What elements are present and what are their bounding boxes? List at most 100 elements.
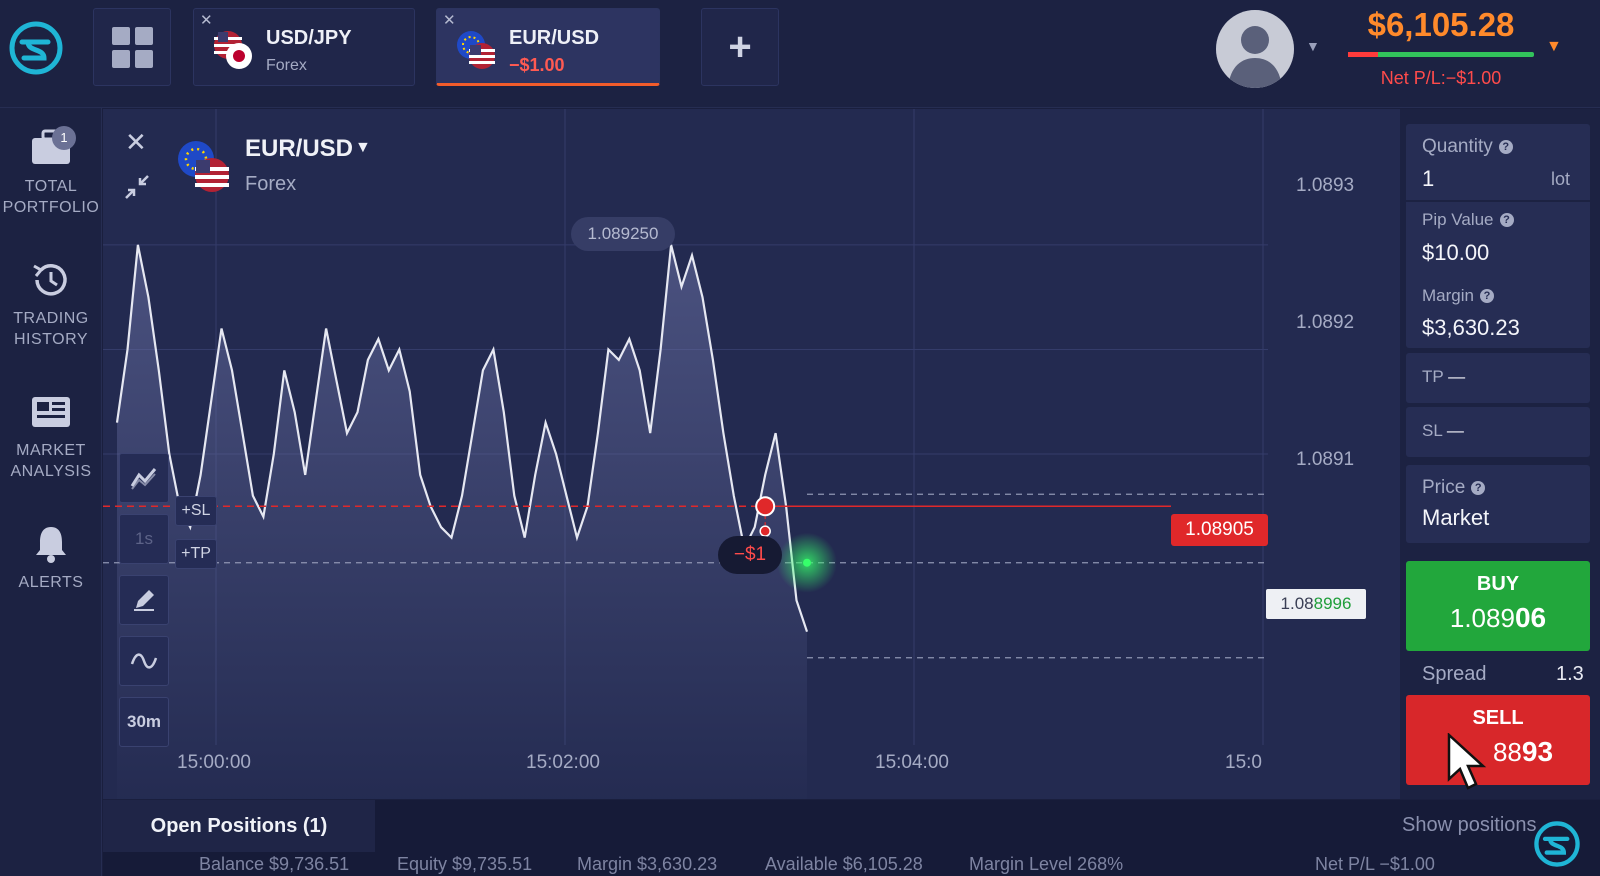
help-icon[interactable]: ?	[1499, 213, 1514, 227]
status-margin-level: Margin Level 268%	[969, 854, 1124, 874]
status-available: Available $6,105.28	[765, 854, 923, 874]
sidebar-item-label: MARKET ANALYSIS	[10, 442, 92, 480]
help-icon[interactable]: ?	[1498, 140, 1513, 154]
status-equity: Equity $9,735.51	[397, 854, 533, 874]
asset-grid-button[interactable]	[93, 8, 171, 86]
price-type-value: Market	[1422, 505, 1490, 530]
y-tick-label: 1.0891	[1296, 449, 1355, 470]
newspaper-icon	[32, 397, 70, 427]
draw-tool-button[interactable]	[119, 575, 169, 625]
tab-asset-type: Forex	[266, 57, 307, 74]
add-asset-button[interactable]: +	[701, 8, 779, 86]
chart-asset-type: Forex	[245, 173, 297, 195]
close-chart-icon[interactable]: ✕	[125, 127, 147, 158]
divider	[1406, 200, 1590, 202]
chart-asset-title[interactable]: EUR/USD	[245, 135, 353, 163]
add-take-profit-button[interactable]: +TP	[175, 539, 217, 569]
spread-label: Spread	[1422, 663, 1487, 685]
entry-price-badge: 1.08905	[1171, 514, 1268, 546]
balance-progress-bar	[1348, 52, 1534, 57]
margin-label: Margin?	[1422, 286, 1494, 306]
balance-chevron-down-icon[interactable]: ▼	[1546, 38, 1562, 56]
tp-label: TP —	[1422, 367, 1466, 386]
buy-button[interactable]: BUY 1.08906	[1406, 561, 1590, 651]
high-price-label: 1.089250	[571, 217, 675, 251]
order-details-box: Quantity? 1 lot Pip Value? $10.00 Margin…	[1406, 124, 1590, 348]
price-area-fill	[117, 244, 807, 799]
positions-bar: Open Positions (1) Show positions Balanc…	[103, 800, 1600, 876]
sidebar-item-trading-history[interactable]: TRADING HISTORY	[0, 258, 102, 350]
price-chart[interactable]	[103, 109, 1400, 799]
user-avatar[interactable]	[1216, 10, 1294, 88]
left-sidebar: 1 TOTAL PORTFOLIO TRADING HISTORY MARKET AN…	[0, 108, 102, 876]
eur-usd-flag-icon	[457, 31, 495, 69]
current-price-badge: 1.088996	[1266, 589, 1366, 619]
order-panel: Quantity? 1 lot Pip Value? $10.00 Margin…	[1400, 109, 1600, 799]
entry-start-marker	[759, 525, 771, 537]
sidebar-item-label: ALERTS	[18, 574, 84, 591]
user-silhouette-icon	[1216, 10, 1294, 88]
x-tick-label: 15:04:00	[875, 752, 949, 773]
tab-asset-pl: −$1.00	[509, 55, 565, 75]
price-chart-area[interactable]: ✕ EUR/USD ▼ Forex 1.089250 1s 30m +SL +T…	[103, 109, 1400, 799]
tab-asset-name: USD/JPY	[266, 27, 352, 49]
sl-label: SL —	[1422, 421, 1464, 440]
sell-label: SELL	[1472, 707, 1524, 729]
help-icon[interactable]: ?	[1479, 289, 1494, 303]
status-net-pl: Net P/L −$1.00	[1315, 854, 1435, 874]
y-tick-label: 1.0892	[1296, 312, 1355, 333]
add-stop-loss-button[interactable]: +SL	[175, 496, 217, 526]
x-tick-label: 15:00:00	[177, 752, 251, 773]
take-profit-field[interactable]: TP —	[1406, 353, 1590, 403]
tab-close-icon[interactable]: ✕	[443, 11, 456, 29]
asset-chevron-down-icon[interactable]: ▼	[355, 139, 371, 157]
quantity-label: Quantity?	[1422, 136, 1513, 158]
quantity-input[interactable]: 1	[1422, 166, 1434, 192]
spread-value: 1.3	[1556, 663, 1584, 685]
account-balance[interactable]: $6,105.28	[1346, 6, 1536, 44]
price-label: Price?	[1422, 477, 1486, 499]
price-type-field[interactable]: Price? Market	[1406, 465, 1590, 543]
pip-value-label: Pip Value?	[1422, 210, 1514, 230]
tab-asset-name: EUR/USD	[509, 27, 600, 49]
chart-type-button[interactable]	[119, 453, 169, 503]
sell-button[interactable]: SELL 8893	[1406, 695, 1590, 785]
watermark-logo-icon	[1534, 821, 1580, 867]
grid-icon	[111, 26, 153, 68]
status-balance: Balance $9,736.51	[199, 854, 350, 874]
interval-30m-button[interactable]: 30m	[119, 697, 169, 747]
pencil-icon	[134, 590, 154, 611]
asset-tab-usdjpy[interactable]: ✕ USD/JPY Forex	[193, 8, 415, 86]
history-clock-icon	[33, 264, 67, 296]
quantity-unit: lot	[1551, 169, 1571, 189]
position-pl-badge: −$1	[718, 536, 782, 574]
sidebar-item-label: TRADING HISTORY	[13, 310, 89, 348]
avatar-chevron-down-icon[interactable]: ▼	[1306, 38, 1320, 54]
stop-loss-field[interactable]: SL —	[1406, 407, 1590, 457]
tab-close-icon[interactable]: ✕	[200, 11, 213, 29]
sidebar-item-total-portfolio[interactable]: 1 TOTAL PORTFOLIO	[0, 126, 102, 218]
help-icon[interactable]: ?	[1471, 481, 1486, 495]
sidebar-item-market-analysis[interactable]: MARKET ANALYSIS	[0, 390, 102, 482]
minimize-chart-icon[interactable]	[123, 173, 151, 201]
tab-open-positions[interactable]: Open Positions (1)	[103, 800, 375, 852]
chart-line-icon	[130, 468, 157, 490]
entry-point-marker[interactable]	[755, 496, 776, 517]
indicators-button[interactable]	[119, 636, 169, 686]
eur-usd-flag-icon	[178, 141, 229, 192]
interval-1s-button[interactable]: 1s	[119, 514, 169, 564]
show-positions-toggle[interactable]: Show positions	[1402, 814, 1537, 837]
top-bar: ✕ USD/JPY Forex ✕ EUR/USD −$1.00 + ▼ $6,…	[0, 0, 1600, 108]
asset-tab-eurusd[interactable]: ✕ EUR/USD −$1.00	[436, 8, 660, 86]
y-tick-label: 1.0893	[1296, 175, 1355, 196]
pip-value: $10.00	[1422, 240, 1490, 265]
sell-price: 8893	[1492, 736, 1554, 767]
wave-indicator-icon	[130, 653, 158, 669]
usd-jpy-flag-icon	[214, 31, 252, 69]
buy-label: BUY	[1476, 573, 1520, 595]
x-tick-label: 15:0	[1225, 752, 1262, 773]
buy-price: 1.08906	[1449, 602, 1547, 633]
sidebar-item-alerts[interactable]: ALERTS	[0, 522, 102, 593]
app-logo-icon[interactable]	[8, 20, 64, 76]
account-status-row: Balance $9,736.51 Equity $9,735.51 Margi…	[103, 854, 1600, 876]
